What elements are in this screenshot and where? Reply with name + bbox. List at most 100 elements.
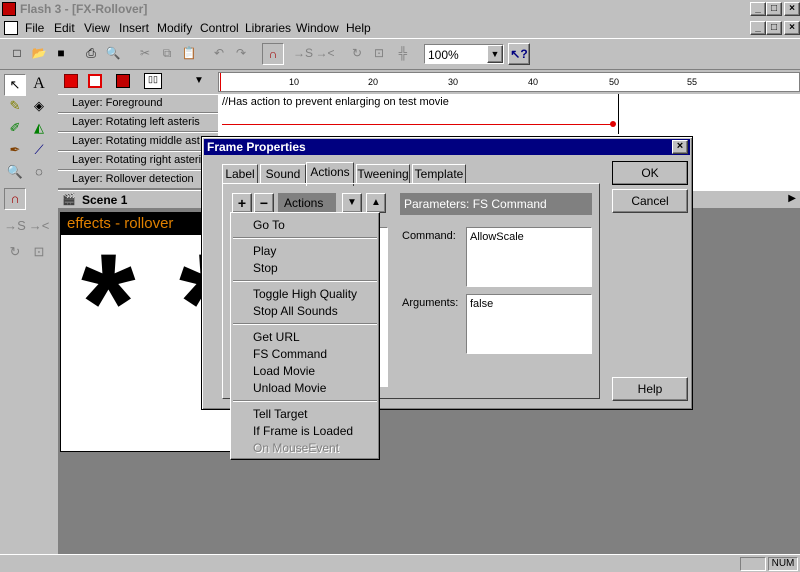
command-field[interactable]: AllowScale — [466, 227, 592, 287]
scroll-right-icon[interactable]: ▶ — [788, 193, 796, 204]
ink-bottle-icon[interactable]: ✒ — [4, 140, 26, 162]
align-icon[interactable]: ╬ — [392, 43, 414, 65]
remove-action-button[interactable]: − — [254, 193, 274, 213]
flash-app-icon[interactable] — [2, 2, 16, 16]
minimize-button[interactable]: _ — [750, 2, 766, 16]
status-bar: NUM — [0, 554, 800, 572]
tab-label[interactable]: Label — [222, 164, 258, 184]
cut-icon[interactable]: ✂ — [134, 43, 156, 65]
smooth-modifier-icon[interactable]: →S — [4, 216, 26, 238]
redo-icon[interactable]: ↷ — [230, 43, 252, 65]
menu-modify[interactable]: Modify — [157, 21, 192, 35]
magnifier-icon[interactable]: 🔍 — [4, 162, 26, 184]
dropper-icon[interactable]: ⟋ — [28, 140, 50, 162]
keyframe-dot[interactable] — [610, 121, 616, 127]
asterisk-graphic[interactable]: * — [81, 233, 135, 373]
paste-icon[interactable]: 📋 — [178, 43, 200, 65]
scale-modifier-icon[interactable]: ⊡ — [28, 242, 50, 264]
snap-magnet-icon[interactable]: ∩ — [262, 43, 284, 65]
save-icon[interactable]: ■ — [50, 43, 72, 65]
menu-bar: File Edit View Insert Modify Control Lib… — [0, 18, 800, 38]
document-icon[interactable] — [4, 21, 18, 35]
menu-insert[interactable]: Insert — [119, 21, 149, 35]
menu-item-toggle-quality[interactable]: Toggle High Quality — [253, 286, 357, 302]
cancel-button[interactable]: Cancel — [612, 189, 688, 213]
arguments-field[interactable]: false — [466, 294, 592, 354]
scene-icon[interactable]: 🎬 — [62, 193, 76, 206]
doc-restore-button[interactable]: □ — [766, 21, 782, 35]
layer-row[interactable]: Layer: Rotating right asteri — [58, 151, 218, 170]
frame-comment: //Has action to prevent enlarging on tes… — [222, 96, 449, 108]
ruler-label: 40 — [528, 77, 539, 87]
add-action-button[interactable]: + — [232, 193, 252, 213]
copy-icon[interactable]: ⧉ — [156, 43, 178, 65]
menu-item-unload-movie[interactable]: Unload Movie — [253, 380, 326, 396]
layer-lock-icon[interactable] — [116, 74, 130, 88]
lasso-fill-tool-icon[interactable]: ◈ — [28, 96, 50, 118]
ok-button[interactable]: OK — [612, 161, 688, 185]
move-down-button[interactable]: ▼ — [342, 193, 362, 213]
menu-separator — [233, 323, 377, 325]
brush-tool-icon[interactable]: ✐ — [4, 118, 26, 140]
tab-sound[interactable]: Sound — [260, 164, 306, 184]
open-folder-icon[interactable]: 📂 — [28, 43, 50, 65]
arrow-tool-icon[interactable]: ↖ — [4, 74, 26, 96]
menu-libraries[interactable]: Libraries — [245, 21, 291, 35]
print-icon[interactable]: ⎙ — [80, 43, 102, 65]
menu-view[interactable]: View — [84, 21, 110, 35]
undo-icon[interactable]: ↶ — [208, 43, 230, 65]
menu-window[interactable]: Window — [296, 21, 339, 35]
layer-row[interactable]: Layer: Foreground — [58, 94, 218, 113]
onion-skin-icon[interactable]: ▯▯ — [144, 73, 162, 89]
paint-bucket-icon[interactable]: ◭ — [28, 118, 50, 140]
move-up-button[interactable]: ▲ — [366, 193, 386, 213]
chevron-down-icon[interactable]: ▼ — [487, 45, 503, 63]
menu-item-get-url[interactable]: Get URL — [253, 329, 300, 345]
close-button[interactable]: × — [784, 2, 800, 16]
magnet-modifier-icon[interactable]: ∩ — [4, 188, 26, 210]
layer-row[interactable]: Layer: Rotating left asteris — [58, 113, 218, 132]
menu-help[interactable]: Help — [346, 21, 371, 35]
help-button[interactable]: Help — [612, 377, 688, 401]
pencil-tool-icon[interactable]: ✎ — [4, 96, 26, 118]
zoom-select[interactable]: 100% ▼ — [424, 44, 504, 64]
tab-tweening[interactable]: Tweening — [356, 164, 410, 184]
layer-row[interactable]: Layer: Rollover detection — [58, 170, 218, 189]
menu-item-load-movie[interactable]: Load Movie — [253, 363, 315, 379]
menu-item-stop-sounds[interactable]: Stop All Sounds — [253, 303, 338, 319]
doc-close-button[interactable]: × — [784, 21, 800, 35]
menu-control[interactable]: Control — [200, 21, 239, 35]
main-toolbar: □ 📂 ■ ⎙ 🔍 ✂ ⧉ 📋 ↶ ↷ ∩ →S →< ↻ ⊡ ╬ 100% ▼… — [0, 38, 800, 70]
print-preview-icon[interactable]: 🔍 — [102, 43, 124, 65]
rotate-modifier-icon[interactable]: ↻ — [4, 242, 26, 264]
playhead[interactable] — [220, 73, 224, 91]
lasso-tool-icon[interactable]: ◌ — [28, 162, 50, 184]
menu-item-goto[interactable]: Go To — [253, 217, 285, 233]
layers-dropdown-icon[interactable]: ▼ — [194, 75, 204, 86]
menu-item-play[interactable]: Play — [253, 243, 276, 259]
new-file-icon[interactable]: □ — [6, 43, 28, 65]
straighten-icon[interactable]: →< — [314, 43, 336, 65]
smooth-icon[interactable]: →S — [292, 43, 314, 65]
layer-name: Layer: Rotating left asteris — [72, 116, 200, 128]
menu-item-fs-command[interactable]: FS Command — [253, 346, 327, 362]
maximize-button[interactable]: □ — [766, 2, 782, 16]
context-help-icon[interactable]: ↖? — [508, 43, 530, 65]
close-icon[interactable]: × — [672, 140, 688, 154]
layer-name: Layer: Rollover detection — [72, 173, 194, 185]
straighten-modifier-icon[interactable]: →< — [28, 216, 50, 238]
menu-item-tell-target[interactable]: Tell Target — [253, 406, 307, 422]
menu-item-stop[interactable]: Stop — [253, 260, 278, 276]
menu-file[interactable]: File — [25, 21, 44, 35]
layer-red-icon[interactable] — [64, 74, 78, 88]
menu-item-if-frame-loaded[interactable]: If Frame is Loaded — [253, 423, 353, 439]
scale-icon[interactable]: ⊡ — [368, 43, 390, 65]
text-tool-icon[interactable]: A — [28, 74, 50, 96]
frame-ruler[interactable]: 10 20 30 40 50 55 — [218, 72, 800, 92]
menu-edit[interactable]: Edit — [54, 21, 75, 35]
layer-red-outline-icon[interactable] — [88, 74, 102, 88]
layer-row[interactable]: Layer: Rotating middle ast — [58, 132, 218, 151]
tab-template[interactable]: Template — [412, 164, 466, 184]
doc-minimize-button[interactable]: _ — [750, 21, 766, 35]
rotate-icon[interactable]: ↻ — [346, 43, 368, 65]
